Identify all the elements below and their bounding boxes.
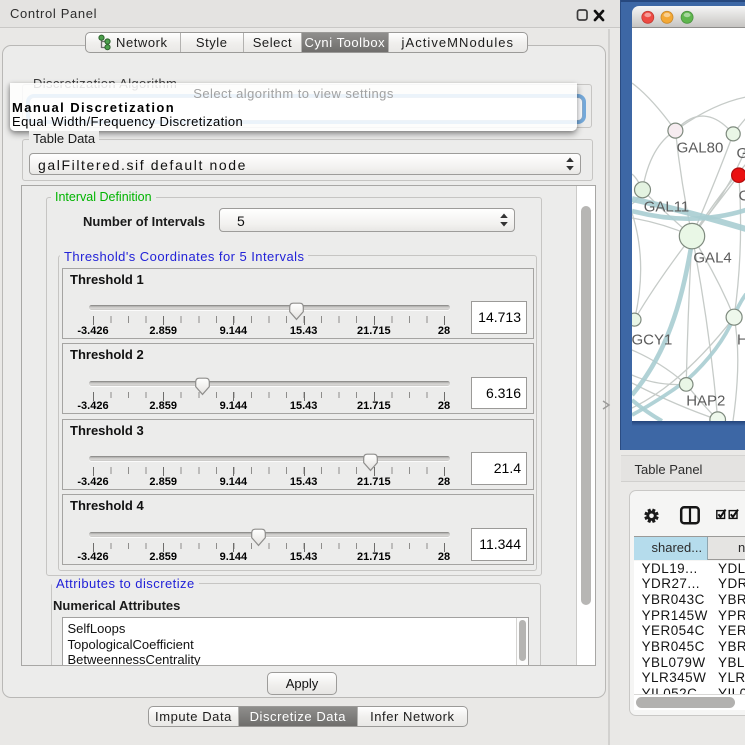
- svg-text:GAL4: GAL4: [693, 250, 731, 267]
- svg-text:GA: GA: [737, 145, 745, 162]
- svg-text:HAP2: HAP2: [686, 393, 725, 410]
- svg-text:GAL80: GAL80: [677, 140, 724, 157]
- svg-text:HA: HA: [737, 332, 745, 349]
- svg-text:GAL11: GAL11: [644, 199, 690, 216]
- svg-text:CD: CD: [739, 188, 745, 205]
- svg-text:GCY1: GCY1: [632, 332, 672, 349]
